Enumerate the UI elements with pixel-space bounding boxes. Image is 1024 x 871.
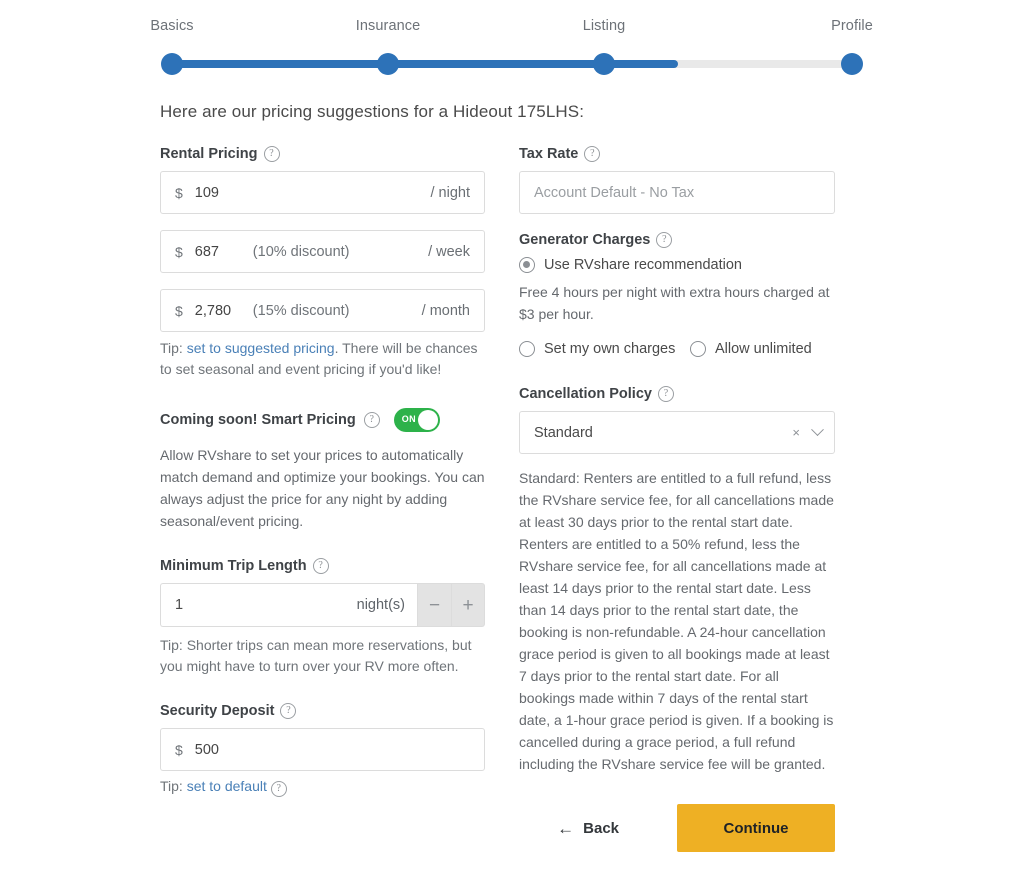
weekly-price-input[interactable]: $ 687 (10% discount) / week <box>160 230 485 273</box>
monthly-price-value: 2,780 <box>194 302 232 319</box>
nightly-price-unit: / night <box>430 184 471 201</box>
generator-charges-label-text: Generator Charges <box>519 232 651 248</box>
min-trip-length-label: Minimum Trip Length ? <box>160 558 485 574</box>
step-label-basics: Basics <box>150 18 194 34</box>
step-label-listing: Listing <box>582 18 626 34</box>
set-to-default-link[interactable]: set to default <box>187 778 267 794</box>
stepper-labels: Basics Insurance Listing Profile <box>150 18 872 40</box>
question-circle-icon[interactable]: ? <box>657 386 674 402</box>
tax-rate-select[interactable]: Account Default - No Tax <box>519 171 835 214</box>
radio-label: Set my own charges <box>544 341 676 357</box>
question-circle-icon[interactable]: ? <box>656 232 673 248</box>
rental-pricing-label-text: Rental Pricing <box>160 146 258 162</box>
weekly-price-value: 687 <box>194 243 219 260</box>
chevron-down-icon[interactable] <box>811 423 824 437</box>
step-dot-profile[interactable] <box>841 53 863 75</box>
onboarding-progress-stepper: Basics Insurance Listing Profile <box>150 18 873 78</box>
stepper-track <box>160 53 864 75</box>
smart-pricing-description: Allow RVshare to set your prices to auto… <box>160 447 485 529</box>
generator-charges-label: Generator Charges ? <box>519 232 835 248</box>
smart-pricing-toggle[interactable]: ON <box>393 408 440 432</box>
question-circle-icon[interactable]: ? <box>280 703 297 719</box>
radio-icon <box>519 341 535 357</box>
security-deposit-value: 500 <box>194 741 219 758</box>
tax-rate-label-text: Tax Rate <box>519 146 579 162</box>
radio-allow-unlimited[interactable]: Allow unlimited <box>690 341 812 357</box>
tax-rate-label: Tax Rate ? <box>519 146 835 162</box>
page-title: Here are our pricing suggestions for a H… <box>160 102 585 121</box>
back-button[interactable]: ← Back <box>557 820 619 837</box>
question-circle-icon[interactable]: ? <box>270 781 287 797</box>
decrement-button[interactable]: − <box>417 583 451 627</box>
toggle-knob <box>417 410 438 430</box>
cancellation-policy-description: Standard: Renters are entitled to a full… <box>519 470 834 772</box>
step-label-insurance: Insurance <box>355 18 421 34</box>
radio-set-my-own-charges[interactable]: Set my own charges <box>519 341 690 357</box>
question-circle-icon[interactable]: ? <box>584 146 601 162</box>
radio-icon <box>690 341 706 357</box>
min-trip-length-input[interactable]: 1 night(s) <box>160 583 417 627</box>
increment-button[interactable]: + <box>451 583 485 627</box>
nightly-price-value: 109 <box>194 184 219 201</box>
radio-label: Use RVshare recommendation <box>544 257 742 273</box>
pricing-setup-page: Basics Insurance Listing Profile Here ar… <box>0 0 1024 871</box>
arrow-left-icon: ← <box>557 818 575 838</box>
radio-label: Allow unlimited <box>715 341 812 357</box>
back-button-label: Back <box>583 819 619 837</box>
select-controls: × <box>792 423 824 440</box>
question-circle-icon[interactable]: ? <box>363 412 380 428</box>
security-deposit-input[interactable]: $ 500 <box>160 728 485 771</box>
currency-symbol: $ <box>175 741 183 758</box>
step-label-profile: Profile <box>831 18 873 34</box>
tip-prefix: Tip: <box>160 340 187 356</box>
toggle-state-label: ON <box>401 414 416 424</box>
step-dot-insurance[interactable] <box>377 53 399 75</box>
cancellation-policy-label-text: Cancellation Policy <box>519 386 652 402</box>
currency-symbol: $ <box>175 243 183 260</box>
monthly-discount-label: (15% discount) <box>252 302 350 319</box>
min-trip-length-tip: Tip: Shorter trips can mean more reserva… <box>160 637 472 674</box>
security-deposit-label: Security Deposit ? <box>160 703 485 719</box>
question-circle-icon[interactable]: ? <box>312 558 329 574</box>
generator-charges-options-row: Set my own charges Allow unlimited <box>519 341 835 357</box>
right-column: Tax Rate ? Account Default - No Tax Gene… <box>519 146 835 775</box>
cancellation-policy-select[interactable]: Standard × <box>519 411 835 454</box>
smart-pricing-label: Coming soon! Smart Pricing <box>160 412 356 428</box>
min-trip-length-stepper: 1 night(s) − + <box>160 583 485 627</box>
weekly-discount-label: (10% discount) <box>252 243 350 260</box>
currency-symbol: $ <box>175 302 183 319</box>
weekly-price-unit: / week <box>428 243 470 260</box>
rental-pricing-tip: Tip: set to suggested pricing. There wil… <box>160 338 485 380</box>
monthly-price-unit: / month <box>421 302 470 319</box>
security-deposit-tip: Tip: set to default ? <box>160 776 485 797</box>
cancellation-policy-label: Cancellation Policy ? <box>519 386 835 402</box>
monthly-price-input[interactable]: $ 2,780 (15% discount) / month <box>160 289 485 332</box>
tax-rate-placeholder: Account Default - No Tax <box>534 184 695 201</box>
radio-use-rvshare-recommendation[interactable]: Use RVshare recommendation <box>519 257 835 273</box>
radio-icon-selected <box>519 257 535 273</box>
clear-icon[interactable]: × <box>792 425 800 440</box>
generator-recommendation-text: Free 4 hours per night with extra hours … <box>519 284 830 322</box>
tip-prefix: Tip: <box>160 778 187 794</box>
min-trip-length-unit: night(s) <box>356 597 405 613</box>
step-dot-listing[interactable] <box>593 53 615 75</box>
question-circle-icon[interactable]: ? <box>263 146 280 162</box>
currency-symbol: $ <box>175 184 183 201</box>
form-footer: ← Back Continue <box>519 803 835 853</box>
min-trip-length-value: 1 <box>175 597 184 613</box>
cancellation-policy-value: Standard <box>534 424 593 441</box>
smart-pricing-row: Coming soon! Smart Pricing ? ON <box>160 408 485 432</box>
security-deposit-label-text: Security Deposit <box>160 703 275 719</box>
step-dot-basics[interactable] <box>161 53 183 75</box>
left-column: Rental Pricing ? $ 109 / night $ 687 (10… <box>160 146 485 797</box>
min-trip-length-label-text: Minimum Trip Length <box>160 558 307 574</box>
rental-pricing-label: Rental Pricing ? <box>160 146 485 162</box>
continue-button[interactable]: Continue <box>677 804 835 852</box>
set-suggested-pricing-link[interactable]: set to suggested pricing <box>187 340 335 356</box>
nightly-price-input[interactable]: $ 109 / night <box>160 171 485 214</box>
